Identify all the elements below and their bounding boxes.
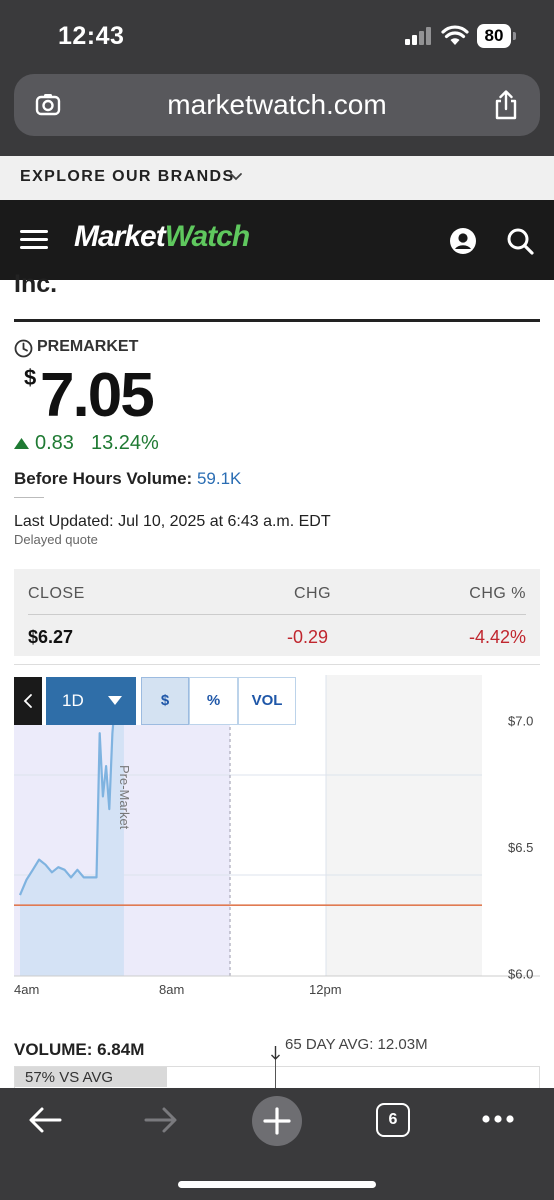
cellular-signal-icon [405,27,435,45]
after-hours-region [326,675,482,976]
up-arrow-icon [14,438,29,449]
volume-label: VOLUME: 6.84M [14,1040,145,1059]
y-tick-label: $7.0 [508,714,533,729]
search-icon[interactable] [506,227,534,255]
range-value: 1D [62,691,84,710]
close-header: CLOSE [28,585,85,602]
chg-percent-value: -4.42% [468,627,526,647]
back-arrow-icon[interactable] [28,1106,62,1134]
vs-avg-label: 57% VS AVG [25,1069,114,1086]
tab-count: 6 [388,1111,398,1128]
chg-percent-header: CHG % [469,585,526,602]
y-tick-label: $6.5 [508,840,533,855]
more-options-icon[interactable] [481,1114,515,1124]
address-bar[interactable]: marketwatch.com [14,74,540,136]
before-hours-volume: Before Hours Volume: 59.1K [14,469,241,489]
x-tick-4am: 4am [14,982,39,997]
chevron-left-icon [23,694,32,708]
wifi-icon [441,25,469,45]
logo-market: Market [74,220,166,253]
share-icon[interactable] [492,89,520,121]
close-value: $6.27 [28,627,74,647]
close-table: CLOSE CHG CHG % $6.27 -0.29 -4.42% [14,569,540,656]
screen: { "status_bar": { "time": "12:43", "batt… [0,0,554,1200]
status-time: 12:43 [58,22,125,50]
logo-watch: Watch [164,220,250,253]
url-text: marketwatch.com [167,89,387,120]
short-divider [14,497,44,498]
browser-url-area: marketwatch.com [0,70,554,156]
explore-brands-label: EXPLORE OUR BRANDS [20,168,235,185]
menu-icon[interactable] [20,230,48,250]
x-tick-8am: 8am [159,982,184,997]
user-account-icon[interactable] [449,227,477,255]
percent-mode-button[interactable]: % [189,677,238,725]
tab-switcher-button[interactable]: 6 [376,1103,410,1137]
chg-value: -0.29 [287,627,329,647]
explore-brands-bar[interactable]: EXPLORE OUR BRANDS [0,156,554,200]
volume-mode-button[interactable]: VOL [238,677,296,725]
site-header: MarketWatch [0,200,554,280]
range-select[interactable]: 1D [46,677,136,725]
last-updated: Last Updated: Jul 10, 2025 at 6:43 a.m. … [14,513,331,530]
chart-top-divider [14,664,540,665]
down-arrow-icon [271,1046,280,1060]
marketwatch-logo[interactable]: MarketWatch [74,220,250,254]
company-name-tail: Inc. [14,270,58,298]
change-percent: 13.24% [91,432,159,454]
premarket-annotation: Pre-Market [117,765,132,830]
table-divider [28,614,526,615]
status-bar: 12:43 80 [0,0,554,70]
currency-symbol: $ [24,365,37,390]
session-label: PREMARKET [37,338,139,355]
last-price: 7.05 [40,361,155,430]
caret-down-icon [108,696,122,705]
delayed-quote-note: Delayed quote [14,532,98,547]
avg-volume-label: 65 DAY AVG: 12.03M [285,1036,428,1053]
battery-icon: 80 [477,24,517,48]
chevron-down-icon [230,173,242,181]
volume-bar: 57% VS AVG [14,1066,540,1088]
before-hours-volume-label: Before Hours Volume: [14,469,193,488]
change-value: 0.83 [35,432,74,454]
dollar-mode-button[interactable]: $ [141,677,189,725]
section-divider [14,319,540,322]
forward-arrow-icon[interactable] [144,1106,178,1134]
home-indicator [178,1181,376,1188]
x-tick-12pm: 12pm [309,982,342,997]
new-tab-icon[interactable] [251,1095,303,1147]
y-tick-label: $6.0 [508,967,533,982]
chart-back-button[interactable] [14,677,42,725]
before-hours-volume-value: 59.1K [196,469,242,488]
battery-level: 80 [477,24,511,48]
clock-icon [14,339,33,358]
chg-header: CHG [294,585,332,602]
